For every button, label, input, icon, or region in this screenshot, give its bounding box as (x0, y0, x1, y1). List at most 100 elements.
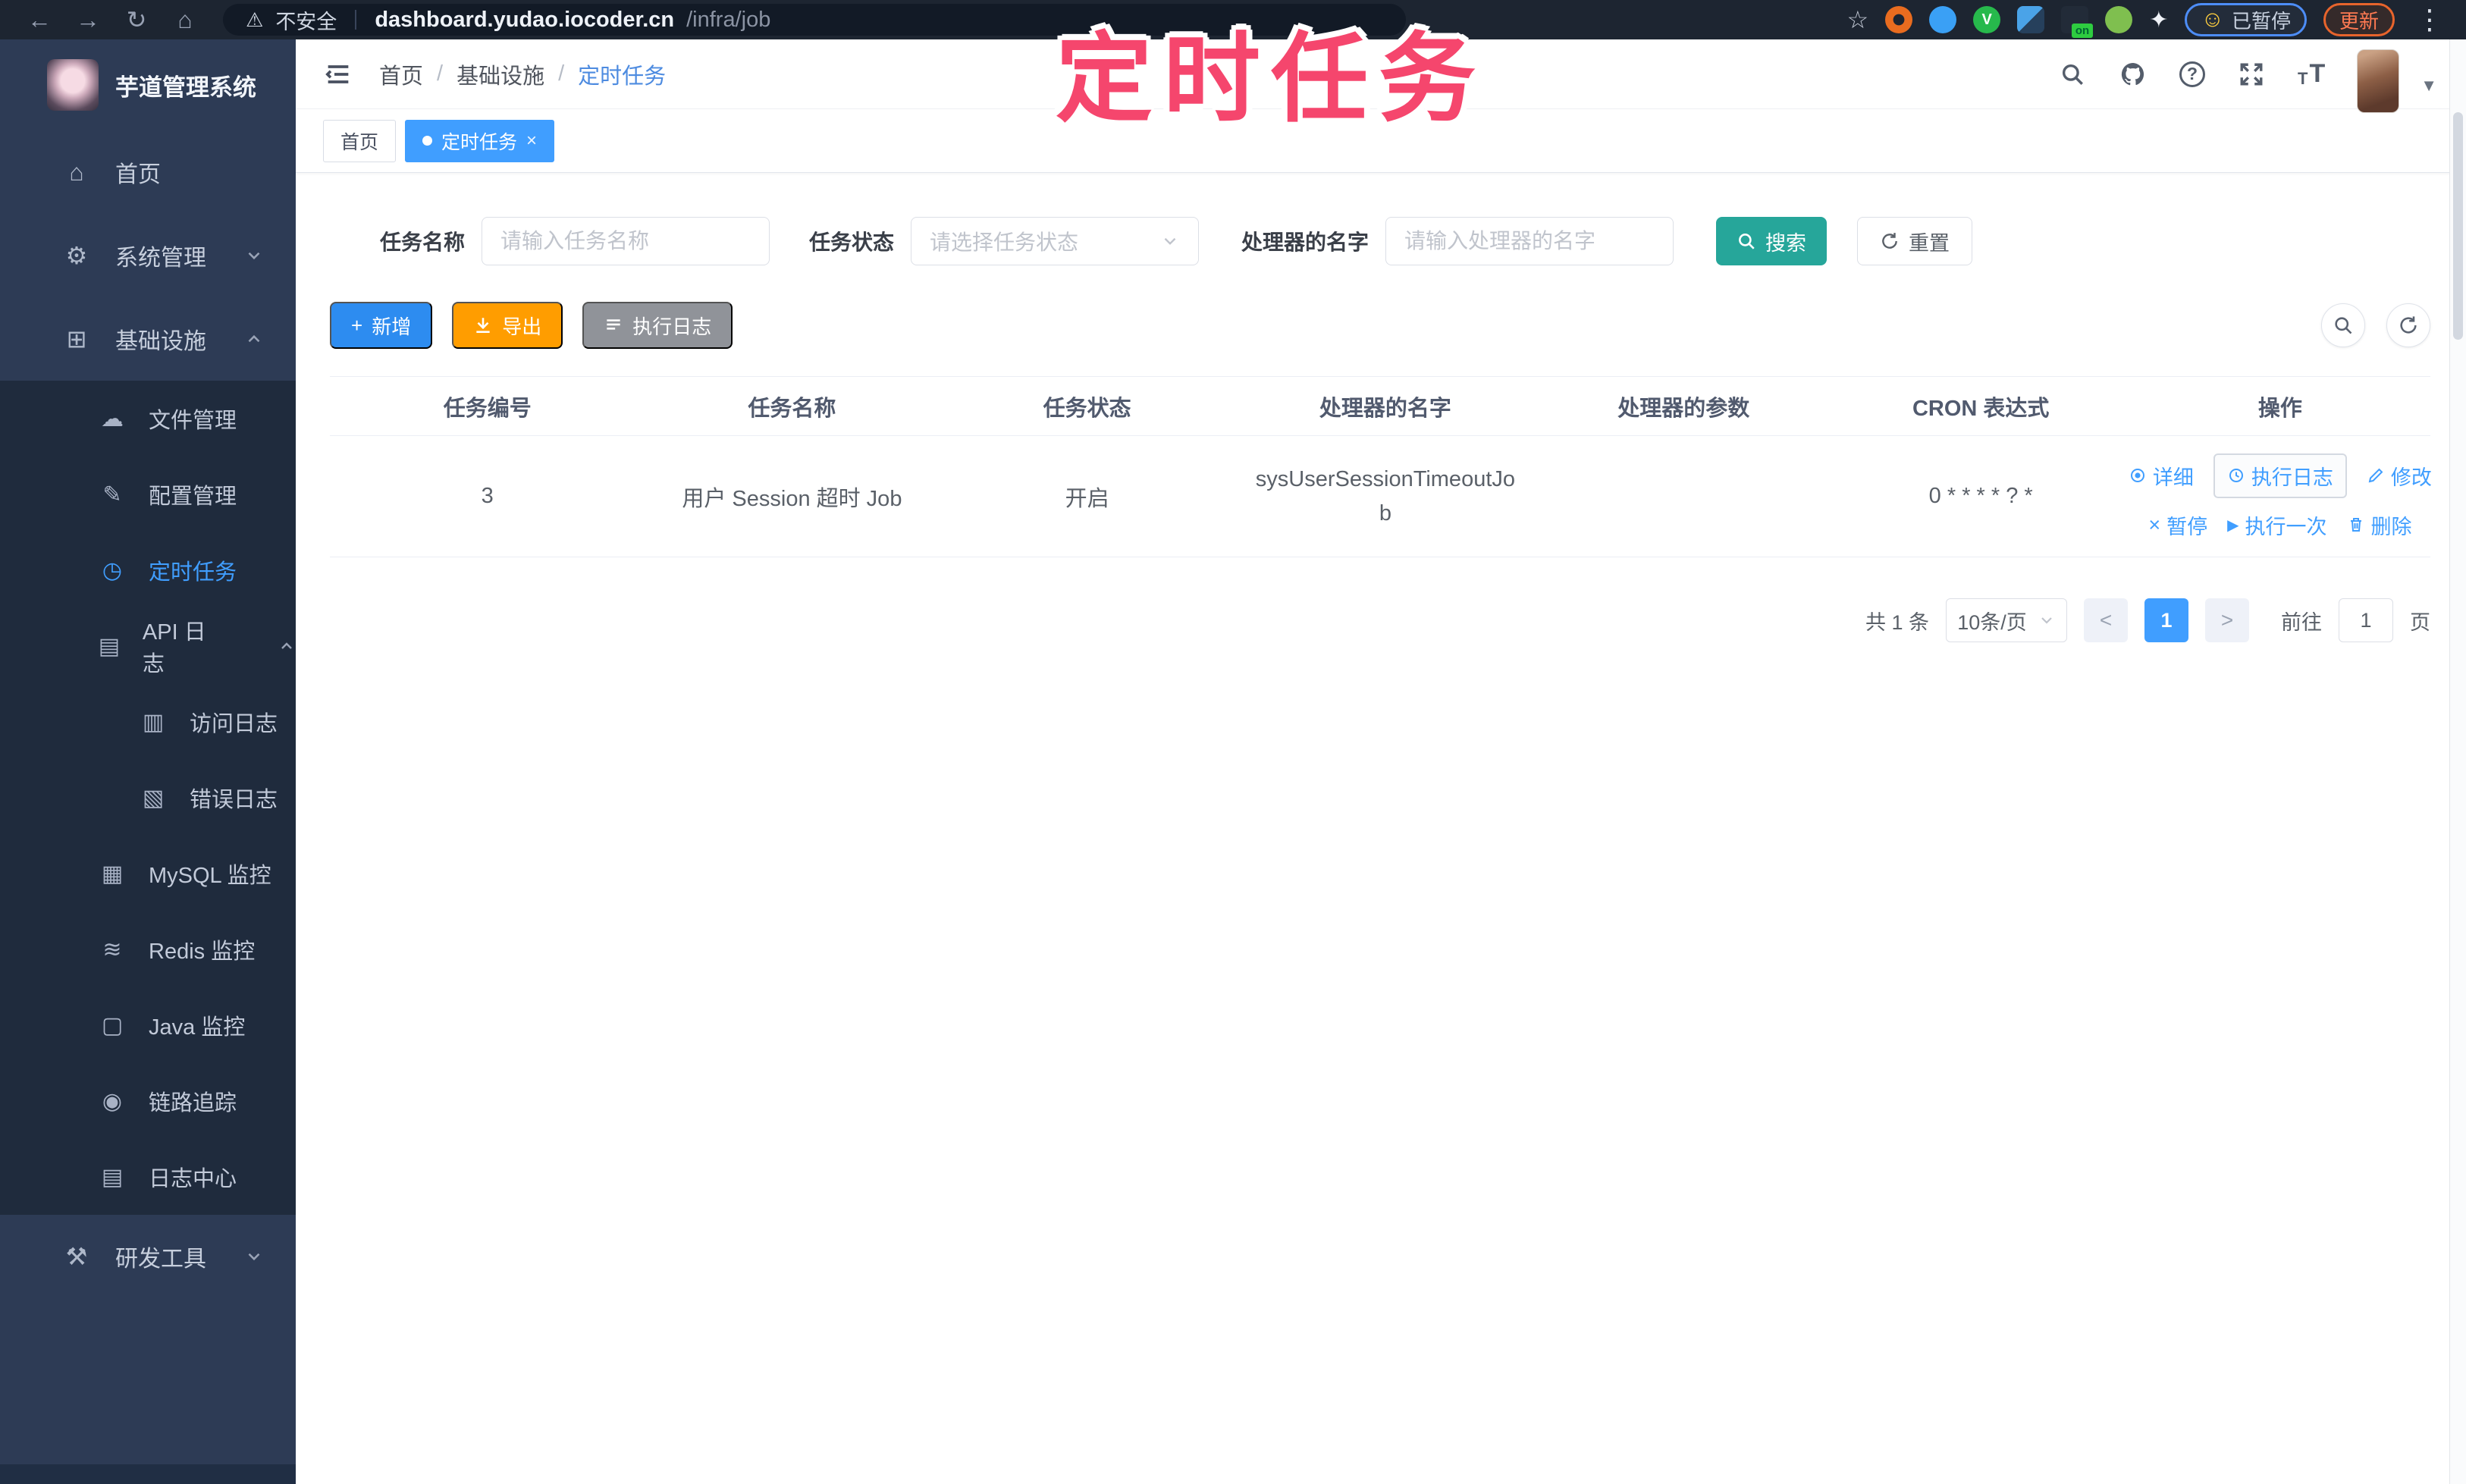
breadcrumb: 首页 / 基础设施 / 定时任务 (379, 58, 666, 90)
sidebar-item-label: 错误日志 (190, 788, 278, 812)
extension-blue-icon[interactable] (1929, 6, 1957, 33)
update-chip[interactable]: 更新 (2323, 3, 2395, 36)
tab-label: 定时任务 (441, 131, 518, 153)
sidebar-item-config-mgmt[interactable]: ✎ 配置管理 (0, 456, 296, 532)
help-icon[interactable]: ? (2179, 61, 2205, 87)
cell-job-name: 用户 Session 超时 Job (682, 486, 902, 511)
sidebar-item-log-center[interactable]: ▤ 日志中心 (0, 1139, 296, 1215)
handler-name-input[interactable] (1385, 217, 1674, 265)
extension-pinwheel-icon[interactable]: ✦ (2149, 7, 2168, 33)
sidebar-item-tracing[interactable]: ◉ 链路追踪 (0, 1063, 296, 1139)
cloud-icon: ☁ (101, 406, 124, 431)
breadcrumb-current-page: 定时任务 (578, 64, 667, 89)
col-cron: CRON 表达式 (1912, 396, 2050, 421)
pagination-total: 共 1 条 (1865, 610, 1929, 634)
reset-button-label: 重置 (1909, 231, 1950, 255)
tab-scheduled-jobs[interactable]: 定时任务 × (405, 119, 555, 162)
page-size-select[interactable]: 10条/页 (1946, 598, 2067, 642)
pagination: 共 1 条 10条/页 < 1 > 前往 页 (330, 598, 2430, 642)
back-icon[interactable]: ← (18, 0, 61, 39)
table-row: 3 用户 Session 超时 Job 开启 sysUserSessionTim… (330, 436, 2432, 557)
job-status-select[interactable]: 请选择任务状态 (911, 217, 1200, 265)
fullscreen-icon[interactable] (2237, 60, 2266, 89)
exec-log-button[interactable]: 执行日志 (582, 302, 733, 349)
breadcrumb-infrastructure[interactable]: 基础设施 (456, 58, 544, 90)
tab-home[interactable]: 首页 (323, 119, 397, 162)
chevron-down-icon (244, 1247, 264, 1266)
extension-leaf-icon[interactable] (2105, 6, 2133, 33)
log-icon: ▤ (98, 633, 121, 659)
close-icon[interactable]: × (526, 130, 537, 152)
next-page-button[interactable]: > (2205, 598, 2249, 642)
url-separator (355, 10, 357, 30)
infrastructure-submenu: ☁ 文件管理 ✎ 配置管理 ◷ 定时任务 ▤ API 日志 ▥ 访问日志 ▧ 错… (0, 381, 296, 1215)
sidebar-item-java-monitor[interactable]: ▢ Java 监控 (0, 987, 296, 1063)
sidebar-item-system-mgmt[interactable]: ⚙ 系统管理 (0, 214, 296, 297)
extension-green-check-icon[interactable]: V (1973, 6, 2001, 33)
sidebar-item-file-mgmt[interactable]: ☁ 文件管理 (0, 381, 296, 456)
sidebar-item-label: Redis 监控 (149, 940, 256, 964)
logo-row[interactable]: 芋道管理系统 (0, 39, 296, 130)
chevron-down-icon (1160, 231, 1180, 251)
sidebar-item-mysql-monitor[interactable]: ▦ MySQL 监控 (0, 836, 296, 911)
reload-icon[interactable]: ↻ (115, 0, 158, 39)
breadcrumb-home[interactable]: 首页 (379, 58, 423, 90)
sidebar-fold-icon[interactable] (323, 59, 353, 89)
detail-link[interactable]: 详细 (2129, 461, 2194, 491)
paused-extension-chip[interactable]: ☺ 已暂停 (2185, 3, 2307, 36)
sidebar-item-label: 定时任务 (149, 560, 237, 585)
app-title: 芋道管理系统 (115, 74, 256, 101)
pause-link[interactable]: × 暂停 (2148, 510, 2207, 540)
browser-menu-icon[interactable]: ⋮ (2411, 4, 2448, 36)
window-scrollbar[interactable] (2449, 39, 2466, 1484)
security-label[interactable]: 不安全 (275, 5, 337, 35)
logo-avatar (47, 59, 99, 111)
sidebar-item-infrastructure[interactable]: ⊞ 基础设施 (0, 297, 296, 381)
sidebar-item-label: 日志中心 (149, 1167, 237, 1191)
add-button[interactable]: + 新增 (330, 302, 433, 349)
font-size-icon[interactable]: TT (2298, 59, 2325, 89)
toggle-search-icon[interactable] (2321, 303, 2365, 347)
detail-link-label: 详细 (2152, 466, 2194, 489)
page-1-button[interactable]: 1 (2144, 598, 2188, 642)
home-icon[interactable]: ⌂ (164, 0, 206, 39)
sidebar-item-access-log[interactable]: ▥ 访问日志 (0, 684, 296, 760)
sidebar-item-home[interactable]: ⌂ 首页 (0, 130, 296, 214)
user-avatar[interactable] (2357, 49, 2400, 113)
row-exec-log-link[interactable]: 执行日志 (2213, 453, 2347, 498)
extension-orange-icon[interactable] (1885, 6, 1913, 33)
github-icon[interactable] (2119, 60, 2148, 89)
sidebar-item-scheduled-jobs[interactable]: ◷ 定时任务 (0, 532, 296, 608)
chevron-down-icon (244, 246, 264, 265)
extension-switch-icon[interactable]: on (2061, 6, 2094, 38)
sidebar-item-label: 系统管理 (115, 246, 206, 271)
forward-icon[interactable]: → (67, 0, 109, 39)
sidebar-item-dev-tools[interactable]: ⚒ 研发工具 (0, 1215, 296, 1298)
search-button[interactable]: 搜索 (1716, 217, 1828, 265)
extension-grid-icon[interactable] (2017, 6, 2045, 33)
pause-link-label: 暂停 (2166, 515, 2208, 538)
log-center-icon: ▤ (101, 1164, 124, 1190)
goto-page-input[interactable] (2339, 598, 2393, 642)
delete-link[interactable]: 删除 (2347, 510, 2412, 540)
cell-job-id: 3 (481, 484, 494, 508)
sidebar-item-api-logs[interactable]: ▤ API 日志 (0, 608, 296, 684)
sidebar-item-redis-monitor[interactable]: ≋ Redis 监控 (0, 911, 296, 987)
sidebar-item-label: 基础设施 (115, 329, 206, 354)
sidebar-item-error-log[interactable]: ▧ 错误日志 (0, 760, 296, 836)
edit-link[interactable]: 修改 (2367, 461, 2432, 491)
avatar-caret-icon[interactable]: ▼ (2421, 76, 2437, 96)
scrollbar-thumb[interactable] (2453, 112, 2463, 340)
prev-page-button[interactable]: < (2084, 598, 2128, 642)
database-icon: ▦ (101, 861, 124, 886)
export-button[interactable]: 导出 (452, 302, 563, 349)
refresh-icon[interactable] (2386, 303, 2430, 347)
search-icon[interactable] (2058, 60, 2087, 89)
run-once-link[interactable]: ▶ 执行一次 (2227, 510, 2326, 540)
bookmark-star-icon[interactable]: ☆ (1847, 5, 1869, 34)
layers-icon: ≋ (102, 937, 122, 962)
cell-job-status: 开启 (1065, 486, 1109, 511)
job-name-input[interactable] (482, 217, 770, 265)
jobs-table: 任务编号 任务名称 任务状态 处理器的名字 处理器的参数 CRON 表达式 操作… (330, 376, 2432, 557)
reset-button[interactable]: 重置 (1857, 217, 1973, 265)
